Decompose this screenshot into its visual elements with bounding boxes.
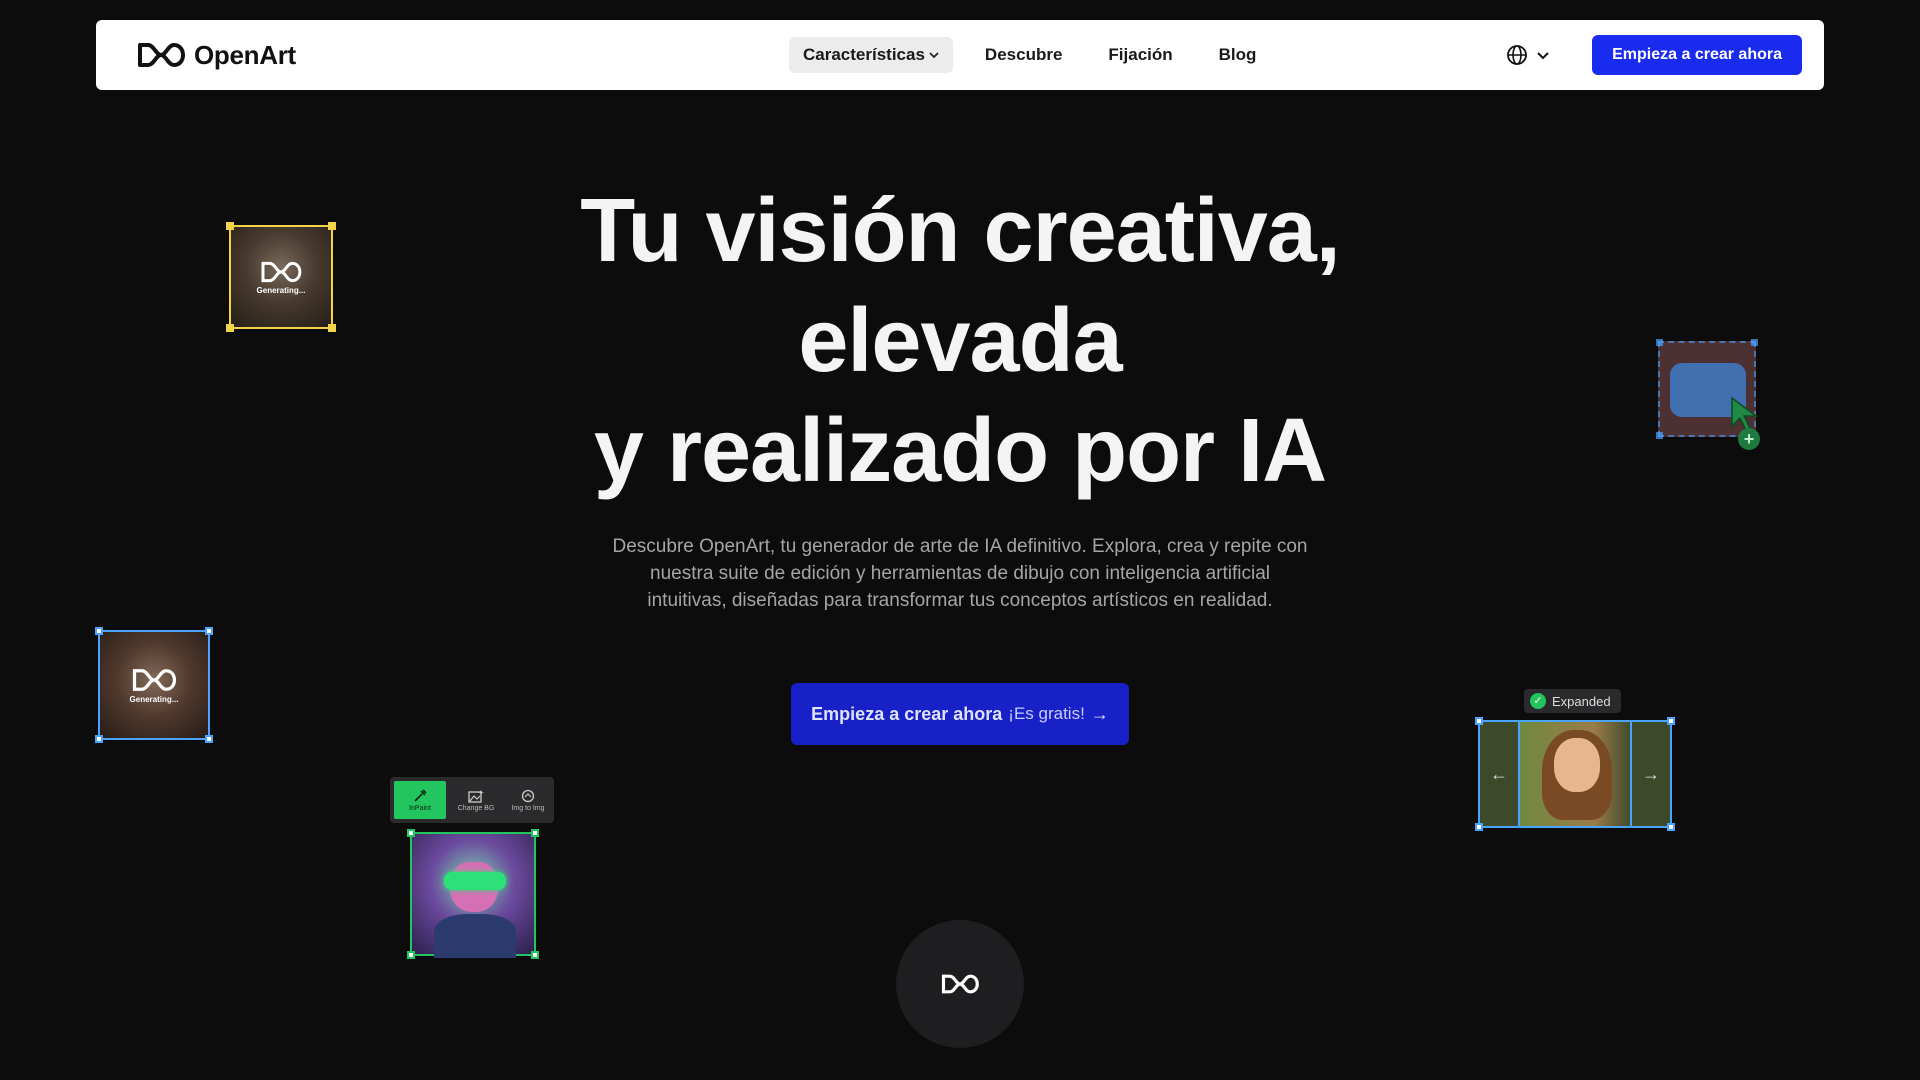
generating-overlay: Generating... [100, 632, 208, 738]
resize-handle[interactable] [531, 951, 539, 959]
chevron-down-icon [929, 52, 939, 59]
resize-handle[interactable] [1475, 717, 1483, 725]
tool-change-bg[interactable]: Change BG [450, 777, 502, 823]
resize-handle[interactable] [226, 324, 234, 332]
resize-handle[interactable] [328, 324, 336, 332]
tool-img-to-img[interactable]: Img to Img [502, 777, 554, 823]
img-to-img-icon [521, 789, 535, 802]
edit-toolbar: InPaint Change BG Img to Img [390, 777, 554, 823]
globe-icon [1507, 45, 1528, 65]
add-icon[interactable]: + [1738, 428, 1760, 450]
menu-item-label: Fijación [1108, 45, 1173, 64]
nav-right: Empieza a crear ahora [1506, 35, 1802, 75]
hero-title-line: elevada [798, 291, 1122, 391]
resize-handle[interactable] [1656, 432, 1663, 439]
generating-cat-card: Generating... [226, 222, 336, 332]
scroll-orb[interactable] [896, 920, 1024, 1048]
hero-subtitle: Descubre OpenArt, tu generador de arte d… [612, 536, 1308, 611]
resize-handle[interactable] [1667, 717, 1675, 725]
openart-logo-icon [132, 668, 177, 691]
tool-label: Img to Img [511, 804, 545, 812]
menu-item-label: Descubre [984, 45, 1063, 64]
expanded-image-card[interactable]: ← → [1475, 717, 1675, 831]
openart-logo-icon [138, 43, 185, 67]
generating-overlay: Generating... [231, 227, 331, 327]
menu-item-caracteristicas[interactable]: Características [789, 37, 953, 73]
cta-free-label: ¡Es gratis! [1008, 704, 1085, 723]
language-selector[interactable] [1506, 44, 1550, 66]
resize-handle[interactable] [531, 829, 539, 837]
menu-item-fijacion[interactable]: Fijación [1094, 37, 1186, 73]
hero-title: Tu visión creativa, elevada y realizado … [360, 176, 1560, 506]
start-creating-button[interactable]: Empieza a crear ahora [1592, 35, 1802, 75]
menu-item-descubre[interactable]: Descubre [971, 37, 1076, 73]
logo[interactable]: OpenArt [136, 40, 296, 71]
resize-handle[interactable] [1475, 823, 1483, 831]
resize-handle[interactable] [95, 627, 103, 635]
expanded-label: Expanded [1552, 693, 1611, 709]
menu-item-blog[interactable]: Blog [1205, 37, 1271, 73]
resize-handle[interactable] [328, 222, 336, 230]
openart-logo-icon [941, 974, 979, 994]
change-bg-icon [468, 789, 484, 803]
girl-face [1554, 738, 1600, 792]
logo-text: OpenArt [194, 39, 296, 70]
tool-inpaint[interactable]: InPaint [394, 781, 446, 819]
resize-handle[interactable] [205, 627, 213, 635]
resize-handle[interactable] [226, 222, 234, 230]
arrow-left-icon[interactable]: ← [1490, 764, 1508, 785]
resize-handle[interactable] [1667, 823, 1675, 831]
expanded-badge: ✓ Expanded [1524, 689, 1621, 713]
resize-handle[interactable] [407, 951, 415, 959]
menu-item-label: Blog [1218, 45, 1257, 64]
expand-divider [1630, 722, 1632, 826]
hero-title-line: y realizado por IA [593, 401, 1327, 501]
main-menu: Características Descubre Fijación Blog [789, 37, 1270, 73]
cyber-cat-image-card[interactable] [407, 829, 539, 959]
generating-portrait-card: Generating... [95, 627, 213, 743]
expand-divider [1518, 722, 1520, 826]
tool-label: InPaint [409, 804, 431, 812]
resize-handle[interactable] [205, 735, 213, 743]
resize-handle[interactable] [407, 829, 415, 837]
resize-handle[interactable] [95, 735, 103, 743]
menu-item-label: Características [803, 45, 925, 64]
arrow-right-icon: → [1090, 703, 1109, 724]
top-navigation: OpenArt Características Descubre Fijació… [96, 20, 1824, 90]
arrow-right-icon[interactable]: → [1642, 764, 1660, 785]
inpaint-icon [414, 788, 427, 802]
generating-label: Generating... [129, 694, 179, 704]
chevron-down-icon [1537, 52, 1549, 60]
hero-title-line: Tu visión creativa, [580, 181, 1341, 281]
pointer-cursor-icon [1731, 396, 1759, 432]
tool-label: Change BG [457, 804, 495, 812]
cat-goggles [444, 872, 506, 890]
resize-handle[interactable] [1656, 339, 1663, 346]
cat-jacket [434, 914, 516, 958]
generating-label: Generating... [256, 285, 306, 295]
cta-bold-label: Empieza a crear ahora [811, 703, 1003, 724]
resize-handle[interactable] [1751, 339, 1758, 346]
check-icon: ✓ [1530, 693, 1546, 709]
hero-cta-button[interactable]: Empieza a crear ahora ¡Es gratis! → [791, 683, 1129, 745]
openart-logo-icon [261, 261, 302, 282]
